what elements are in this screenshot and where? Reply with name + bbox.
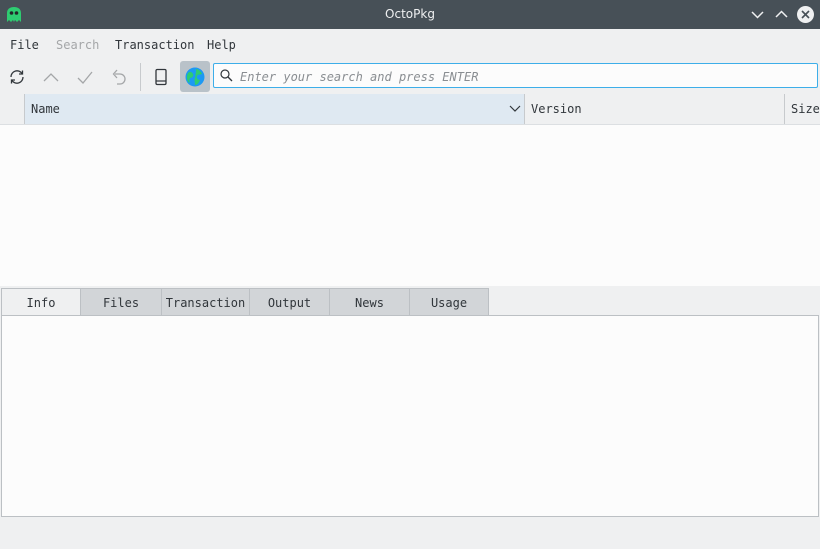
- package-list[interactable]: [0, 125, 820, 286]
- tab-files[interactable]: Files: [80, 288, 162, 316]
- tab-transaction[interactable]: Transaction: [161, 288, 250, 316]
- sync-button[interactable]: [2, 61, 32, 92]
- info-panel: [1, 315, 819, 517]
- package-table-header: Name Version Size: [0, 94, 820, 125]
- column-header-name[interactable]: Name: [25, 94, 525, 124]
- menu-bar: File Search Transaction Help: [0, 29, 820, 60]
- commit-up-button[interactable]: [36, 61, 66, 92]
- menu-help[interactable]: Help: [207, 38, 236, 52]
- toolbar: [0, 60, 820, 94]
- column-header-size-label: Size: [791, 102, 820, 116]
- commit-up-icon: [43, 72, 59, 81]
- undo-button[interactable]: [104, 61, 134, 92]
- menu-transaction[interactable]: Transaction: [115, 38, 194, 52]
- remote-globe-icon: [185, 67, 205, 86]
- sync-icon: [10, 69, 24, 84]
- device-button[interactable]: [146, 61, 176, 92]
- column-header-version[interactable]: Version: [525, 94, 785, 124]
- column-header-size[interactable]: Size: [785, 94, 820, 124]
- search-input[interactable]: [238, 66, 812, 87]
- search-icon: [220, 69, 233, 82]
- close-icon[interactable]: [797, 6, 814, 23]
- toolbar-separator: [140, 63, 141, 91]
- column-header-name-label: Name: [31, 102, 60, 116]
- window-title: OctoPkg: [385, 7, 435, 21]
- tab-output[interactable]: Output: [249, 288, 330, 316]
- sort-chevron-down-icon: [509, 105, 521, 112]
- title-bar: OctoPkg: [0, 0, 820, 29]
- details-tab-bar: Info Files Transaction Output News Usage: [0, 288, 820, 316]
- column-header-status[interactable]: [0, 94, 25, 124]
- apply-check-icon: [77, 71, 93, 84]
- search-field[interactable]: [213, 63, 818, 88]
- device-icon: [155, 68, 167, 85]
- tab-info[interactable]: Info: [1, 288, 81, 316]
- apply-button[interactable]: [70, 61, 100, 92]
- column-header-version-label: Version: [531, 102, 582, 116]
- minimize-icon[interactable]: [749, 6, 766, 23]
- remote-mode-button[interactable]: [180, 61, 210, 92]
- undo-icon: [112, 69, 126, 85]
- tab-news[interactable]: News: [329, 288, 410, 316]
- menu-search[interactable]: Search: [56, 38, 99, 52]
- tab-usage[interactable]: Usage: [409, 288, 489, 316]
- maximize-icon[interactable]: [773, 6, 790, 23]
- menu-file[interactable]: File: [10, 38, 39, 52]
